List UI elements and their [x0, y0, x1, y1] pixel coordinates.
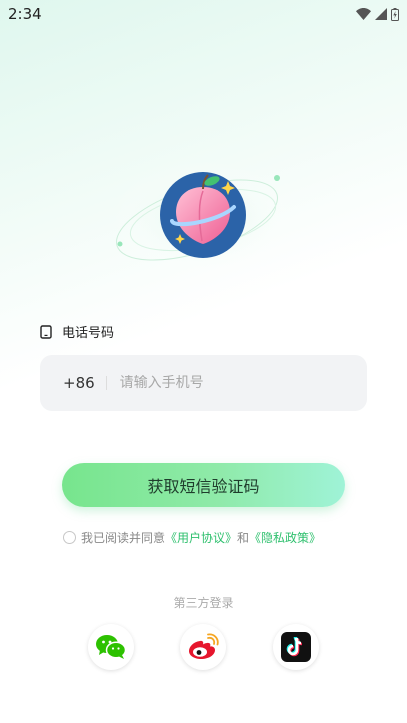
get-sms-code-button[interactable]: 获取短信验证码: [62, 463, 345, 507]
wechat-login-button[interactable]: [88, 624, 134, 670]
agree-and-text: 和: [237, 531, 250, 545]
third-party-login-title: 第三方登录: [173, 596, 234, 610]
battery-icon: [391, 7, 399, 21]
phone-input[interactable]: [119, 375, 330, 391]
status-icons: [356, 7, 399, 21]
phone-input-box[interactable]: +86: [40, 355, 367, 411]
agree-checkbox[interactable]: [63, 531, 76, 544]
phone-label: 电话号码: [62, 326, 115, 341]
country-code[interactable]: +86: [63, 374, 95, 392]
privacy-policy-link[interactable]: 《隐私政策》: [249, 529, 321, 546]
douyin-login-button[interactable]: [273, 624, 319, 670]
douyin-icon: [281, 632, 311, 662]
app-logo: [111, 160, 295, 276]
status-bar: 2:34: [0, 0, 407, 28]
weibo-icon: [189, 633, 219, 659]
agreement-row: 我已阅读并同意 《用户协议》 和 《隐私政策》: [63, 529, 321, 546]
phone-label-row: 电话号码: [40, 322, 114, 341]
agree-prefix-text: 我已阅读并同意: [81, 531, 166, 545]
user-agreement-link[interactable]: 《用户协议》: [165, 529, 237, 546]
cellular-signal-icon: [375, 8, 387, 20]
wechat-icon: [96, 635, 127, 659]
wifi-icon: [356, 8, 371, 20]
country-code-divider: [105, 376, 107, 390]
weibo-login-button[interactable]: [180, 624, 226, 670]
phone-icon: [40, 324, 52, 339]
status-time: 2:34: [8, 5, 42, 23]
